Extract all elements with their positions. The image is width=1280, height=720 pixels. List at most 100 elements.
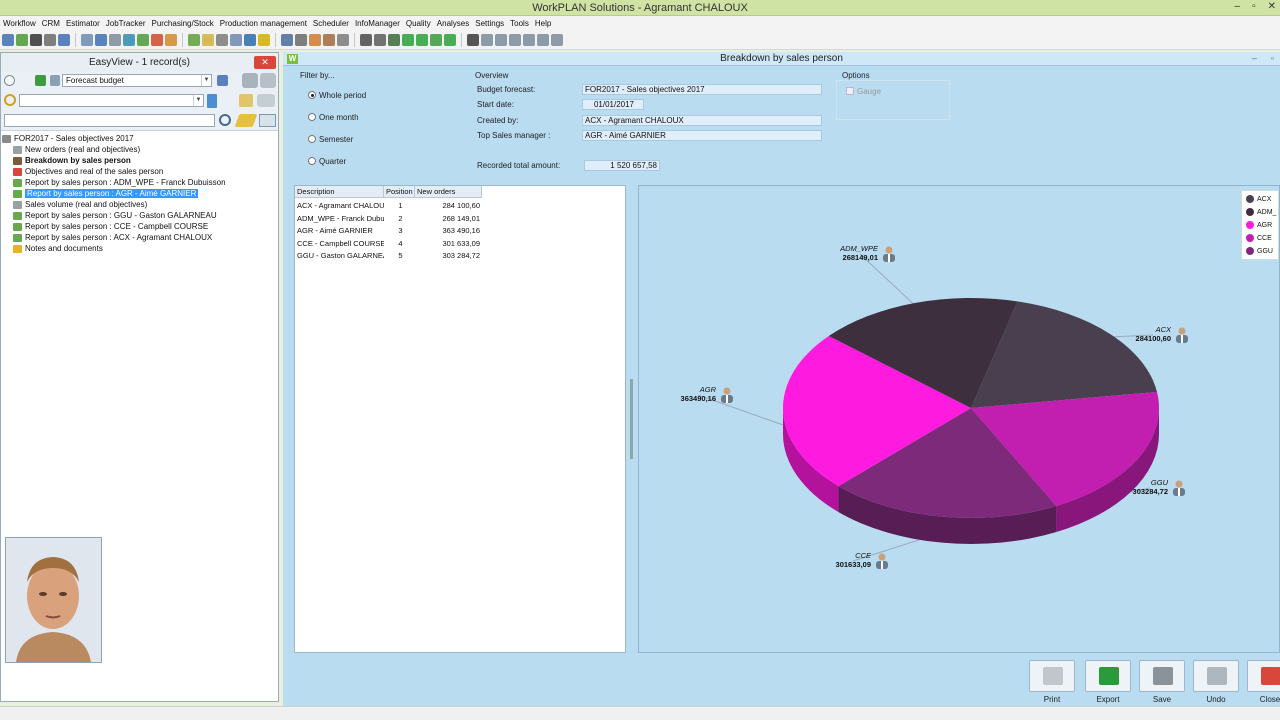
grid-icon[interactable] <box>239 94 253 107</box>
toolbar-tool-icon[interactable] <box>281 33 293 46</box>
view-icon[interactable] <box>242 73 258 88</box>
table-row[interactable]: CCE - Campbell COURSE 4 301 633,09 <box>295 238 482 250</box>
top-sales-field[interactable]: AGR - Aimé GARNIER <box>582 130 822 141</box>
toolbar-tool-icon[interactable] <box>2 33 14 46</box>
toolbar-tool-icon[interactable] <box>44 33 56 46</box>
refresh-icon[interactable] <box>35 75 46 86</box>
toolbar-tool-icon[interactable] <box>323 33 335 46</box>
menu-item-11[interactable]: Tools <box>507 19 532 28</box>
save-button[interactable] <box>1139 660 1185 692</box>
tree-item[interactable]: Report by sales person : AGR - Aimé GARN… <box>1 188 278 199</box>
tree-item[interactable]: Report by sales person : GGU - Gaston GA… <box>1 210 278 221</box>
toolbar-tool-icon[interactable] <box>258 33 270 46</box>
minimize-panel-button[interactable]: – <box>1252 53 1257 63</box>
toolbar-tool-icon[interactable] <box>295 33 307 46</box>
toolbar-tool-icon[interactable] <box>109 33 121 46</box>
toolbar-tool-icon[interactable] <box>81 33 93 46</box>
tree-item[interactable]: New orders (real and objectives) <box>1 144 278 155</box>
toolbar-tool-icon[interactable] <box>216 33 228 46</box>
table-row[interactable]: ADM_WPE - Franck Dubuisson 2 268 149,01 <box>295 213 482 225</box>
tree-item[interactable]: Sales volume (real and objectives) <box>1 199 278 210</box>
col-description[interactable]: Description <box>295 186 384 198</box>
print-button[interactable] <box>1029 660 1075 692</box>
restore-panel-button[interactable]: ▫ <box>1271 53 1274 63</box>
splitter-handle[interactable] <box>630 379 633 459</box>
toolbar-tool-icon[interactable] <box>188 33 200 46</box>
eraser-icon[interactable] <box>234 114 258 127</box>
tree-item[interactable]: Report by sales person : ACX - Agramant … <box>1 232 278 243</box>
menu-item-9[interactable]: Analyses <box>434 19 472 28</box>
menu-item-3[interactable]: JobTracker <box>103 19 149 28</box>
tree-item[interactable]: Report by sales person : CCE - Campbell … <box>1 221 278 232</box>
toolbar-tool-icon[interactable] <box>30 33 42 46</box>
sort-icon[interactable] <box>217 75 228 86</box>
toolbar-tool-icon[interactable] <box>481 33 493 46</box>
menu-item-4[interactable]: Purchasing/Stock <box>148 19 216 28</box>
toolbar-tool-icon[interactable] <box>337 33 349 46</box>
toolbar-tool-icon[interactable] <box>495 33 507 46</box>
lock-icon[interactable] <box>50 75 60 86</box>
menu-item-7[interactable]: InfoManager <box>352 19 403 28</box>
table-row[interactable]: AGR - Aimé GARNIER 3 363 490,16 <box>295 225 482 237</box>
tree-item[interactable]: Report by sales person : ADM_WPE - Franc… <box>1 177 278 188</box>
easyview-close-button[interactable]: ✕ <box>254 56 276 69</box>
chevron-down-icon[interactable]: ▼ <box>201 75 211 86</box>
close-button[interactable] <box>1247 660 1280 692</box>
close-window-button[interactable]: ✕ <box>1268 1 1276 12</box>
toolbar-tool-icon[interactable] <box>523 33 535 46</box>
toolbar-tool-icon[interactable] <box>360 33 372 46</box>
back-icon[interactable] <box>4 75 15 86</box>
query-input[interactable] <box>4 114 215 127</box>
tree-item[interactable]: Notes and documents <box>1 243 278 254</box>
toolbar-tool-icon[interactable] <box>537 33 549 46</box>
menu-item-1[interactable]: CRM <box>39 19 63 28</box>
menu-item-8[interactable]: Quality <box>403 19 434 28</box>
menu-item-6[interactable]: Scheduler <box>310 19 352 28</box>
search-icon[interactable] <box>4 94 16 106</box>
start-date-field[interactable]: 01/01/2017 <box>582 99 644 110</box>
filter-radio-1[interactable] <box>308 113 316 121</box>
filter-radio-2[interactable] <box>308 135 316 143</box>
toolbar-tool-icon[interactable] <box>137 33 149 46</box>
maximize-button[interactable]: ▫ <box>1252 1 1256 12</box>
tree-item[interactable]: Breakdown by sales person <box>1 155 278 166</box>
toolbar-tool-icon[interactable] <box>95 33 107 46</box>
search-input[interactable]: ▼ <box>19 94 204 107</box>
toolbar-tool-icon[interactable] <box>165 33 177 46</box>
mail-icon[interactable] <box>259 114 276 127</box>
filter-radio-3[interactable] <box>308 157 316 165</box>
toolbar-tool-icon[interactable] <box>244 33 256 46</box>
magnifier-icon[interactable] <box>219 114 231 126</box>
undo-button[interactable] <box>1193 660 1239 692</box>
toolbar-tool-icon[interactable] <box>509 33 521 46</box>
toolbar-tool-icon[interactable] <box>467 33 479 46</box>
created-by-field[interactable]: ACX - Agramant CHALOUX <box>582 115 822 126</box>
printer-icon[interactable] <box>257 94 275 107</box>
col-position[interactable]: Position <box>384 186 415 198</box>
print-list-icon[interactable] <box>260 73 276 88</box>
filter-select[interactable]: Forecast budget ▼ <box>62 74 212 87</box>
filter-radio-0[interactable] <box>308 91 316 99</box>
menu-item-2[interactable]: Estimator <box>63 19 103 28</box>
toolbar-tool-icon[interactable] <box>16 33 28 46</box>
budget-forecast-field[interactable]: FOR2017 - Sales objectives 2017 <box>582 84 822 95</box>
gauge-checkbox[interactable] <box>846 87 854 95</box>
menu-item-10[interactable]: Settings <box>472 19 507 28</box>
export-button[interactable] <box>1085 660 1131 692</box>
menu-item-0[interactable]: Workflow <box>0 19 39 28</box>
chevron-down-icon[interactable]: ▼ <box>193 95 203 106</box>
menu-item-12[interactable]: Help <box>532 19 554 28</box>
toolbar-tool-icon[interactable] <box>123 33 135 46</box>
col-new-orders[interactable]: New orders <box>415 186 482 198</box>
table-row[interactable]: ACX - Agramant CHALOUX 1 284 100,60 <box>295 200 482 212</box>
toolbar-tool-icon[interactable] <box>202 33 214 46</box>
toolbar-tool-icon[interactable] <box>58 33 70 46</box>
toolbar-tool-icon[interactable] <box>430 33 442 46</box>
toolbar-tool-icon[interactable] <box>416 33 428 46</box>
toolbar-tool-icon[interactable] <box>402 33 414 46</box>
menu-item-5[interactable]: Production management <box>217 19 310 28</box>
toolbar-tool-icon[interactable] <box>388 33 400 46</box>
tree-item[interactable]: FOR2017 - Sales objectives 2017 <box>1 133 278 144</box>
toolbar-tool-icon[interactable] <box>551 33 563 46</box>
minimize-button[interactable]: – <box>1235 1 1241 12</box>
